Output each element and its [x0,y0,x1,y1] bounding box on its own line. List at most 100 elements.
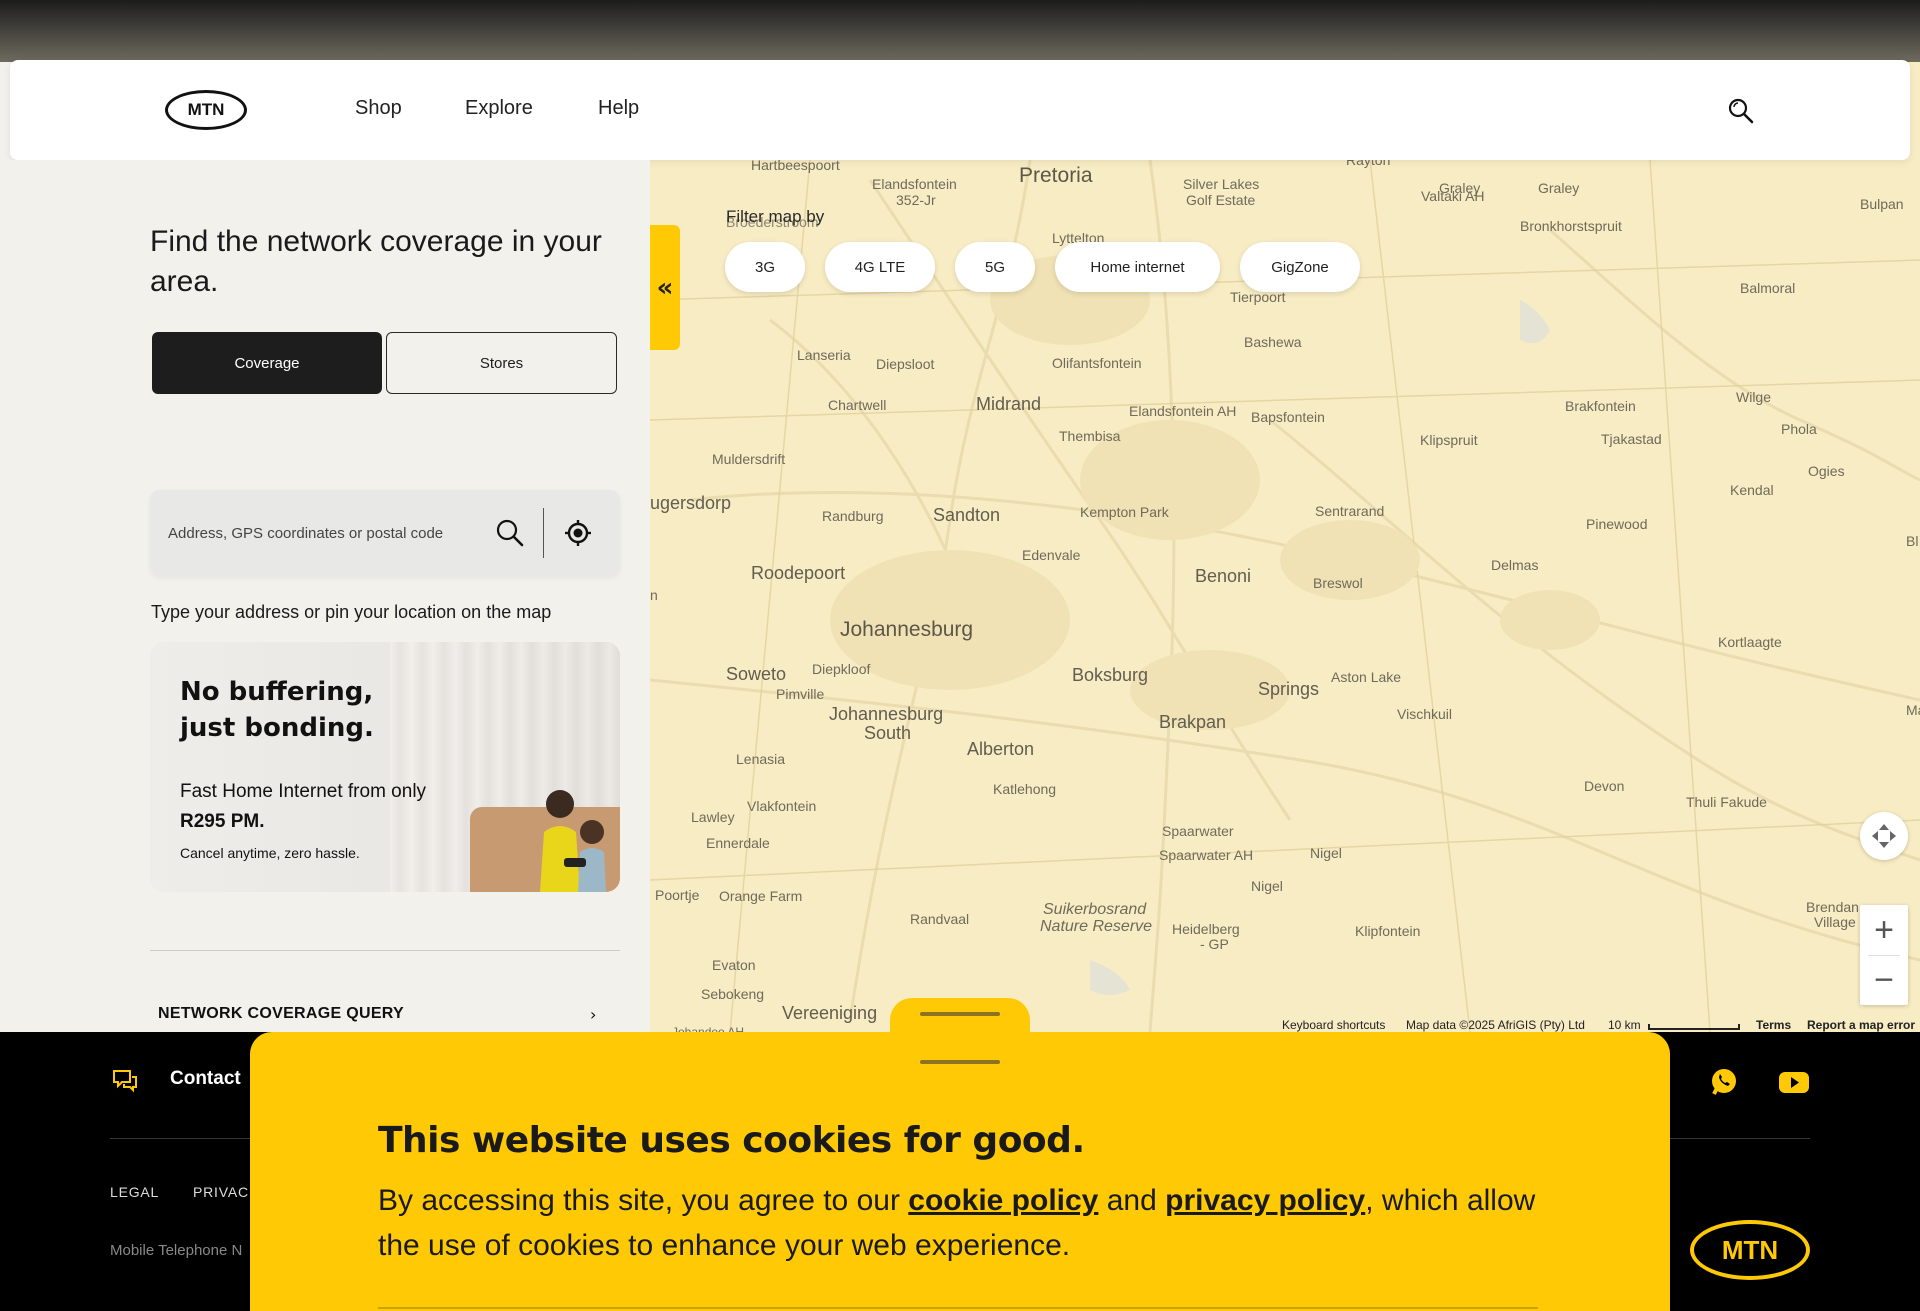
whatsapp-icon[interactable] [1708,1066,1740,1098]
map-label: Kendal [1730,482,1774,498]
map-label: Ogies [1808,463,1845,479]
map-label: Ennerdale [706,835,770,851]
filter-label: Filter map by [726,207,825,226]
map-label: Nigel [1251,878,1283,894]
map-label: Ma [1906,702,1920,718]
search-icon[interactable] [1726,96,1756,126]
privacy-link[interactable]: PRIVAC [193,1184,249,1200]
sidebar: Find the network coverage in your area. … [0,160,650,1032]
map-label: Village [1814,914,1856,930]
map-label: Phola [1781,421,1817,437]
nav-explore[interactable]: Explore [465,97,533,120]
map-label: Golf Estate [1186,192,1256,208]
divider [378,1307,1538,1309]
cookie-text: By accessing this site, you agree to our… [378,1178,1558,1268]
address-search-box [150,490,620,576]
promo-small: Cancel anytime, zero hassle. [180,845,360,861]
company-name: Mobile Telephone N [110,1242,243,1259]
map-label: n [650,587,658,603]
keyboard-shortcuts-link[interactable]: Keyboard shortcuts [1282,1018,1385,1032]
legal-link[interactable]: LEGAL [110,1184,159,1200]
top-shade [0,0,1920,62]
filter-5g[interactable]: 5G [955,242,1035,292]
privacy-policy-link[interactable]: privacy policy [1165,1184,1365,1217]
map-label: Wilge [1736,389,1772,405]
mtn-logo[interactable]: MTN [165,90,247,130]
map-label: Devon [1584,778,1625,794]
report-map-error-link[interactable]: Report a map error [1807,1018,1915,1032]
promo-banner[interactable]: No buffering, just bonding. Fast Home In… [150,642,620,892]
map-label: Benoni [1195,566,1252,586]
promo-headline-line: No buffering, [180,677,374,707]
filter-home-internet[interactable]: Home internet [1055,242,1220,292]
map-label: Soweto [726,664,787,684]
map-label: Bl [1906,533,1919,549]
nav-shop[interactable]: Shop [355,97,402,120]
terms-link[interactable]: Terms [1756,1018,1791,1032]
nav-help[interactable]: Help [598,97,639,120]
filter-3g[interactable]: 3G [725,242,805,292]
chevron-right-icon[interactable]: › [590,1005,596,1024]
search-hint: Type your address or pin your location o… [151,602,552,622]
map-label: Springs [1258,679,1320,699]
map-label: Kempton Park [1080,504,1169,520]
map-label: Bronkhorstspruit [1520,218,1622,234]
camera-control-icon[interactable] [1860,812,1908,860]
search-icon[interactable] [495,518,525,548]
map-label: Alberton [967,739,1035,759]
map-label: Klipspruit [1420,432,1478,448]
network-coverage-query-link[interactable]: NETWORK COVERAGE QUERY [158,1005,404,1023]
map-label: Pimville [776,686,825,702]
divider [150,950,620,951]
map-label: Bapsfontein [1251,409,1325,425]
map-label: Brendan [1806,899,1859,915]
map-label: Bulpan [1860,196,1904,212]
tab-coverage[interactable]: Coverage [152,332,382,394]
map-label: Edenvale [1022,547,1081,563]
map-label: Boksburg [1072,665,1149,685]
map-label: Vischkuil [1397,706,1452,722]
map-label: Vereeniging [782,1003,878,1023]
handle-bar [920,1012,1000,1016]
locate-me-icon[interactable] [563,518,593,548]
map-label: Tjakastad [1601,431,1662,447]
collapse-panel-button[interactable]: « [650,225,680,350]
map-label: Nigel [1310,845,1342,861]
map-scale-bar [1648,1024,1740,1030]
map-label: Delmas [1491,557,1539,573]
filter-gigzone[interactable]: GigZone [1240,242,1360,292]
map-label: Randvaal [910,911,970,927]
map-label: Chartwell [828,397,887,413]
cookie-text-part: and [1106,1184,1157,1217]
map-label: Vlakfontein [747,798,817,814]
zoom-out-button[interactable]: − [1860,955,1908,1005]
promo-image [540,790,606,892]
map-label: Midrand [976,394,1042,414]
map-label: Lanseria [797,347,851,363]
cookie-policy-link[interactable]: cookie policy [908,1184,1098,1217]
youtube-icon[interactable] [1778,1066,1810,1098]
chevron-double-left-icon: « [656,272,674,303]
map-label: Elandsfontein [872,176,957,192]
map-label: Silver Lakes [1183,176,1260,192]
map-label: Lawley [691,809,735,825]
map-label: Johannesburg [829,704,944,724]
map-label: Kortlaagte [1718,634,1782,650]
mtn-footer-logo[interactable]: MTN [1690,1220,1810,1280]
site-header: MTN Shop Explore Help [10,60,1910,160]
filter-4g-lte[interactable]: 4G LTE [825,242,935,292]
address-search-input[interactable] [168,518,468,548]
contact-link[interactable]: Contact [170,1068,241,1090]
map-label: Klipfontein [1355,923,1421,939]
tab-stores[interactable]: Stores [386,332,617,394]
cookie-text-part: By accessing this site, you agree to our [378,1184,900,1217]
map-label: Katlehong [993,781,1057,797]
map-label: Brakpan [1159,712,1227,732]
promo-price: R295 PM. [180,811,265,832]
chat-icon [112,1068,138,1094]
handle-bar[interactable] [920,1060,1000,1064]
map-label: Pretoria [1019,164,1093,187]
map-label: Thembisa [1059,428,1121,444]
map-label: Sebokeng [701,986,765,1002]
zoom-in-button[interactable]: + [1860,905,1908,955]
